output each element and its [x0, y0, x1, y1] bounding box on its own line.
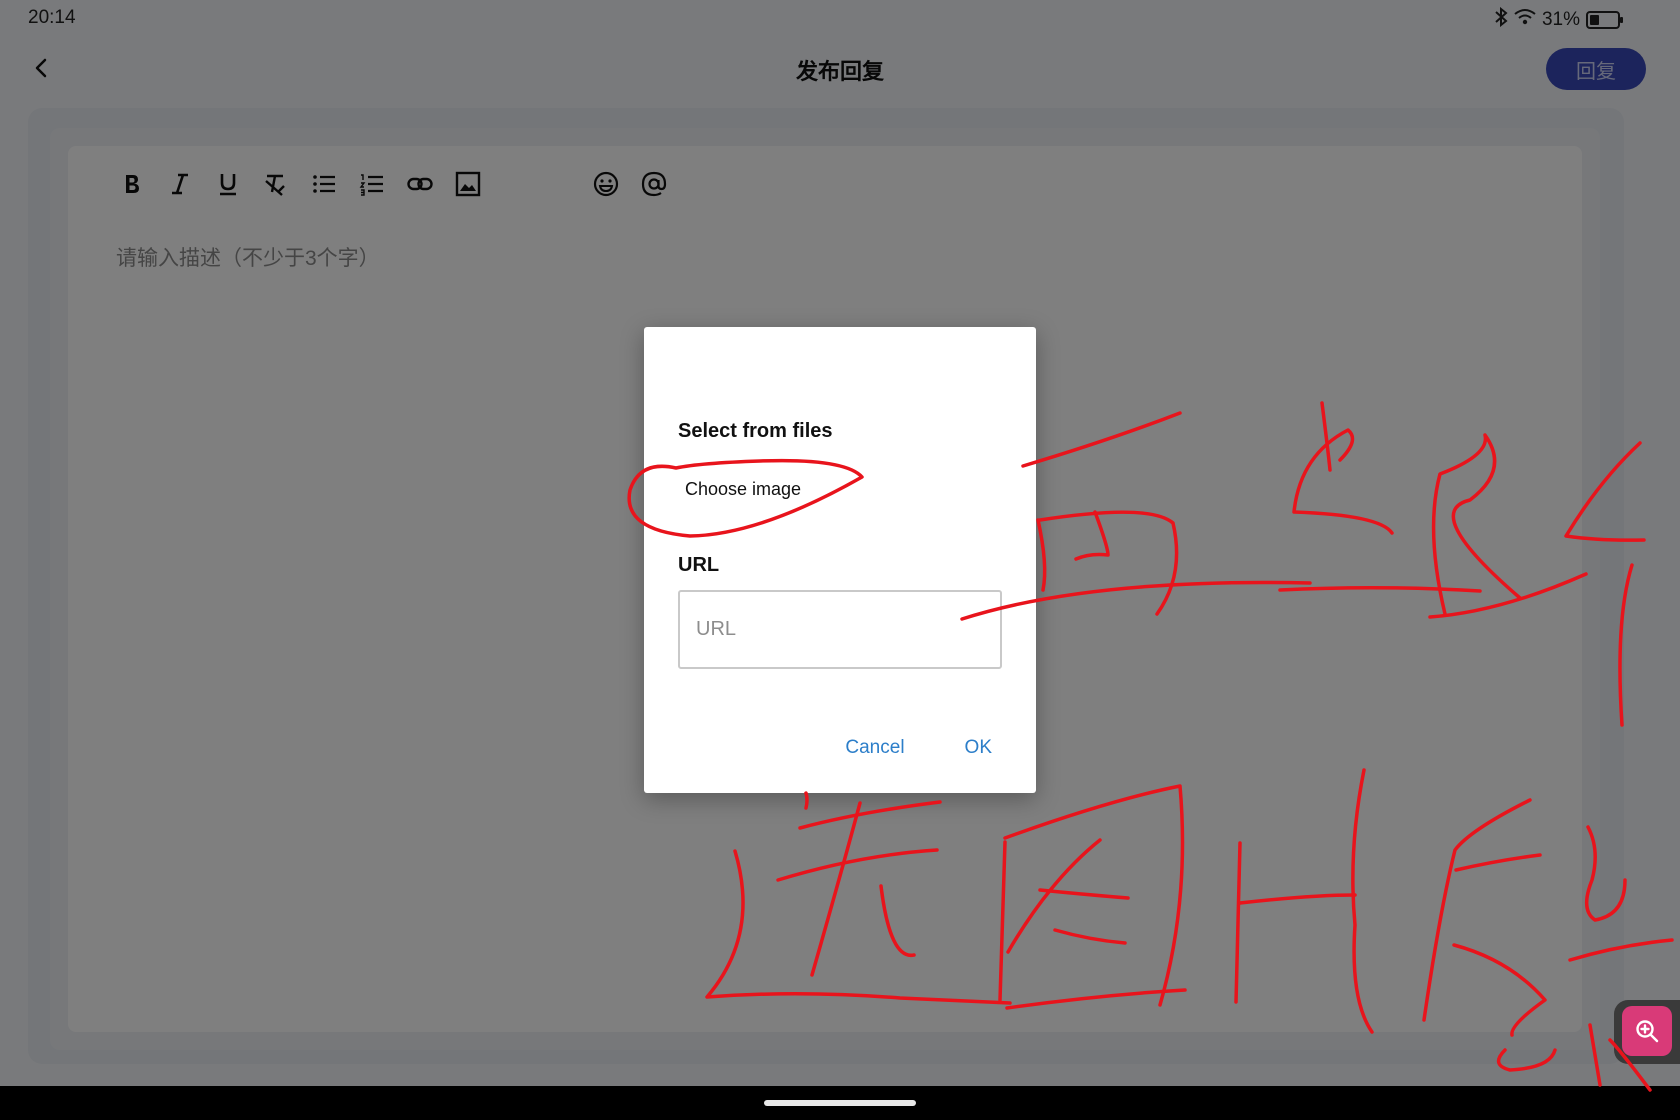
- ok-button[interactable]: OK: [965, 737, 992, 759]
- insert-image-dialog: Select from files Choose image URL Cance…: [644, 327, 1036, 793]
- choose-image-button[interactable]: Choose image: [685, 479, 801, 500]
- dialog-actions: Cancel OK: [845, 737, 992, 759]
- home-indicator[interactable]: [764, 1100, 916, 1106]
- cancel-button[interactable]: Cancel: [845, 737, 904, 759]
- navigation-bar: [0, 1086, 1680, 1120]
- zoom-button[interactable]: [1622, 1006, 1672, 1056]
- file-section-label: Select from files: [678, 420, 833, 442]
- zoom-in-icon: [1636, 1020, 1659, 1043]
- url-input[interactable]: [678, 590, 1002, 669]
- url-section-label: URL: [678, 554, 720, 576]
